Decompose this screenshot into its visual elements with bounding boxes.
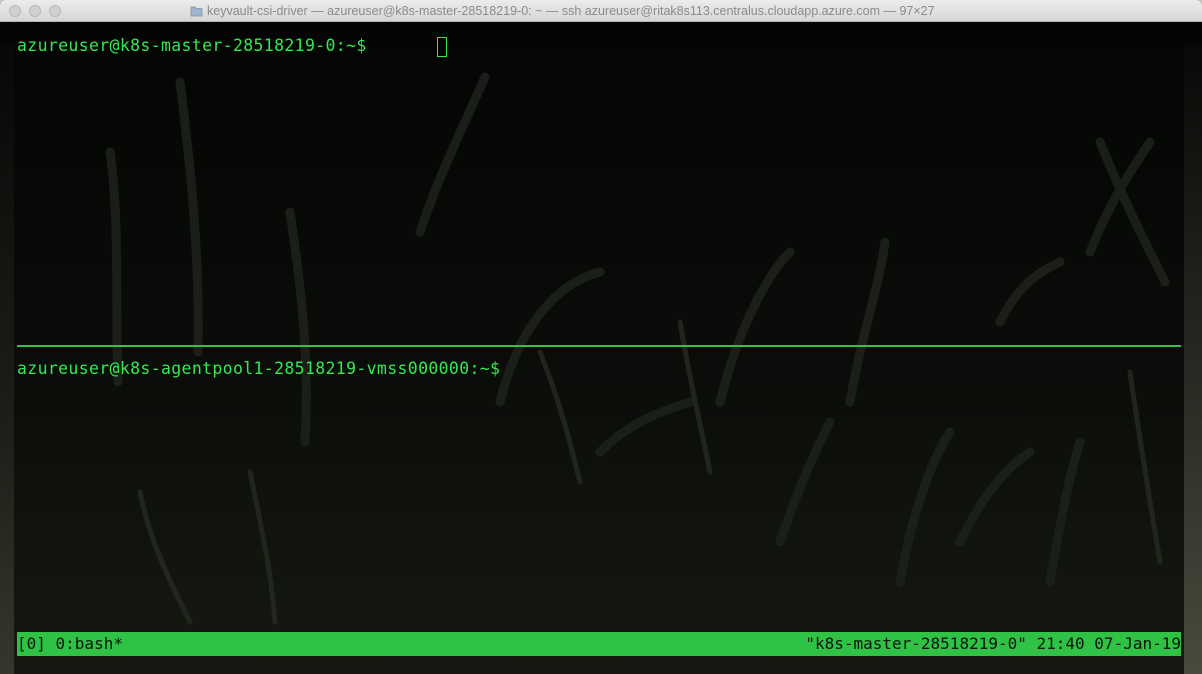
close-window-button[interactable] [9, 5, 21, 17]
folder-icon [190, 5, 203, 17]
window-title: keyvault-csi-driver — azureuser@k8s-mast… [190, 4, 1050, 18]
left-edge-wallpaper [0, 44, 14, 674]
tmux-status-bar: [0] 0:bash* "k8s-master-28518219-0" 21:4… [17, 632, 1181, 656]
bottom-pane-prompt: azureuser@k8s-agentpool1-28518219-vmss00… [17, 359, 511, 378]
minimize-window-button[interactable] [29, 5, 41, 17]
terminal-window: keyvault-csi-driver — azureuser@k8s-mast… [0, 0, 1202, 674]
text-cursor [437, 37, 447, 57]
window-title-text: keyvault-csi-driver — azureuser@k8s-mast… [207, 4, 935, 18]
pane-divider[interactable] [17, 345, 1181, 347]
title-bar[interactable]: keyvault-csi-driver — azureuser@k8s-mast… [0, 0, 1202, 22]
terminal-content[interactable]: azureuser@k8s-master-28518219-0:~$ azure… [0, 22, 1202, 674]
right-edge-wallpaper [1184, 44, 1202, 674]
status-host-time: "k8s-master-28518219-0" 21:40 07-Jan-19 [805, 634, 1181, 653]
top-pane-prompt: azureuser@k8s-master-28518219-0:~$ [17, 36, 377, 55]
grass-background-image [0, 22, 1202, 674]
zoom-window-button[interactable] [49, 5, 61, 17]
status-window-list[interactable]: [0] 0:bash* [17, 632, 123, 656]
